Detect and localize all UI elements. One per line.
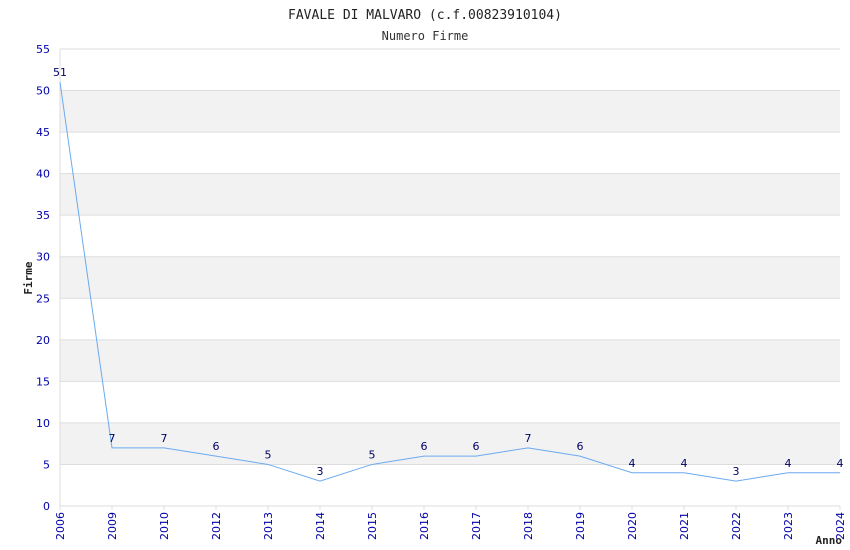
y-tick-label: 40	[36, 168, 50, 181]
data-label: 3	[733, 465, 740, 478]
y-tick-labels: 0 5 10 15 20 25 30 35 40 45 50 55	[36, 43, 50, 513]
data-label: 7	[525, 432, 532, 445]
y-tick-label: 15	[36, 375, 50, 388]
x-tick-label: 2022	[730, 512, 743, 540]
x-tick-label: 2018	[522, 512, 535, 540]
x-tick-label: 2009	[106, 512, 119, 540]
x-tick-label: 2021	[678, 512, 691, 540]
y-tick-label: 20	[36, 334, 50, 347]
data-label: 4	[837, 457, 844, 470]
y-tick-label: 35	[36, 209, 50, 222]
y-tick-label: 5	[43, 458, 50, 471]
x-tick-label: 2020	[626, 512, 639, 540]
data-label: 6	[577, 440, 584, 453]
y-tick-label: 10	[36, 417, 50, 430]
y-axis-label: Firme	[22, 261, 35, 294]
x-tick-label: 2019	[574, 512, 587, 540]
chart-subtitle: Numero Firme	[382, 29, 469, 43]
data-label: 5	[265, 448, 272, 461]
y-tick-label: 30	[36, 251, 50, 264]
y-tick-label: 50	[36, 85, 50, 98]
data-label: 6	[473, 440, 480, 453]
y-tick-label: 45	[36, 126, 50, 139]
y-tick-label: 0	[43, 500, 50, 513]
plot-band	[60, 422, 840, 465]
plot-band	[60, 339, 840, 382]
data-label: 6	[421, 440, 428, 453]
data-label: 4	[785, 457, 792, 470]
y-tick-label: 25	[36, 292, 50, 305]
x-tick-label: 2006	[54, 512, 67, 540]
data-label: 7	[161, 432, 168, 445]
data-label: 51	[53, 66, 67, 79]
plot-bands	[60, 90, 840, 465]
x-tick-label: 2017	[470, 512, 483, 540]
x-tick-label: 2012	[210, 512, 223, 540]
data-label: 5	[369, 448, 376, 461]
chart-title: FAVALE DI MALVARO (c.f.00823910104)	[288, 8, 562, 23]
x-tick-label: 2015	[366, 512, 379, 540]
x-tick-label: 2016	[418, 512, 431, 540]
chart: FAVALE DI MALVARO (c.f.00823910104) Nume…	[22, 8, 847, 547]
x-tick-label: 2023	[782, 512, 795, 540]
x-tick-label: 2010	[158, 512, 171, 540]
x-tick-labels: 2006 2009 2010 2012 2013 2014 2015 2016 2017 2018…	[54, 506, 847, 540]
data-label: 4	[629, 457, 636, 470]
x-axis-label: Anno	[816, 534, 843, 547]
data-label: 7	[109, 432, 116, 445]
plot-band	[60, 90, 840, 133]
plot-band	[60, 173, 840, 216]
x-tick-label: 2014	[314, 512, 327, 540]
x-tick-label: 2013	[262, 512, 275, 540]
plot-band	[60, 256, 840, 299]
data-label: 4	[681, 457, 688, 470]
data-label: 3	[317, 465, 324, 478]
y-tick-label: 55	[36, 43, 50, 56]
data-label: 6	[213, 440, 220, 453]
